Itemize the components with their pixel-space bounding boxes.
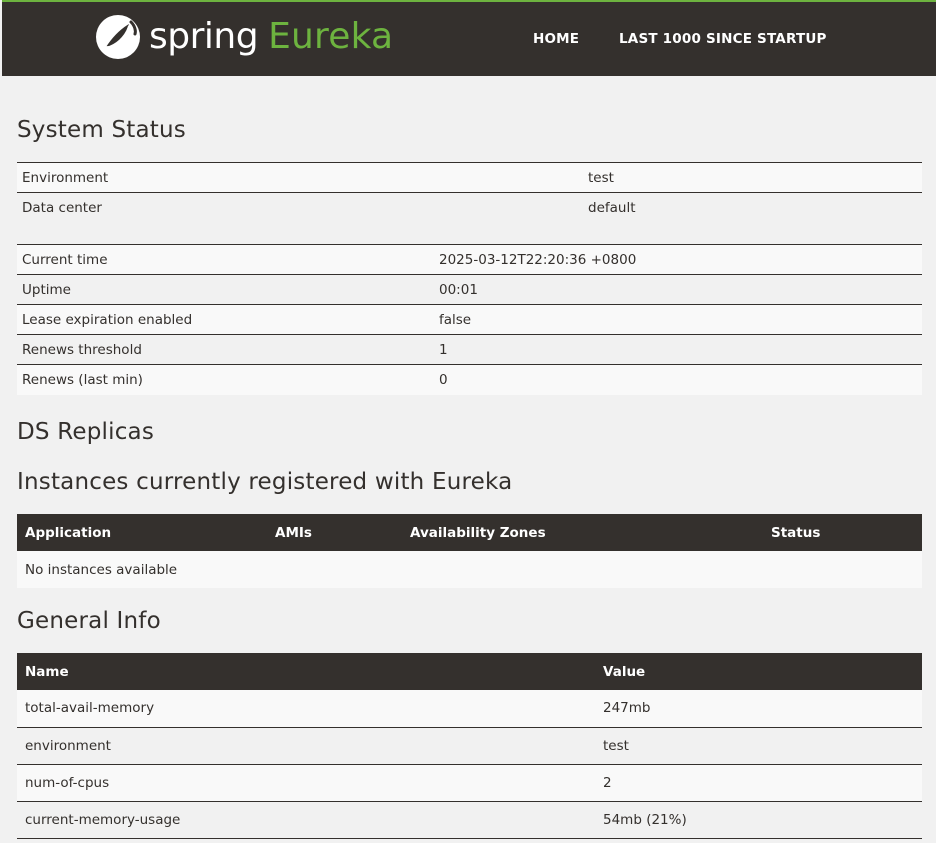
table-row: Uptime 00:01 <box>17 274 922 305</box>
brand-spring-text: spring <box>149 16 259 57</box>
table-header-row: Application AMIs Availability Zones Stat… <box>17 514 922 551</box>
uptime-label: Uptime <box>17 274 434 305</box>
datacenter-value-cell: default <box>583 192 922 223</box>
ds-replicas-heading: DS Replicas <box>17 419 155 445</box>
brand-eureka-text: Eureka <box>268 16 394 57</box>
column-status: Status <box>763 514 922 551</box>
datacenter-label-cell: Data center <box>17 192 583 223</box>
info-value-cell: 247mb <box>595 690 922 728</box>
table-header-row: Name Value <box>17 653 922 690</box>
general-info-heading: General Info <box>17 608 161 634</box>
nav-last-1000-link[interactable]: LAST 1000 SINCE STARTUP <box>619 31 827 47</box>
no-instances-message: No instances available <box>17 551 922 588</box>
info-name-cell: num-of-cpus <box>17 764 595 802</box>
info-value-cell: test <box>595 727 922 765</box>
top-navbar: spring Eureka HOME LAST 1000 SINCE START… <box>2 0 936 76</box>
lease-expiration-label: Lease expiration enabled <box>17 304 434 335</box>
info-value-cell: 54mb (21%) <box>595 801 922 839</box>
current-time-value: 2025-03-12T22:20:36 +0800 <box>434 244 922 275</box>
table-row: Environment test <box>17 162 922 193</box>
system-status-heading: System Status <box>17 117 186 143</box>
column-value: Value <box>595 653 922 690</box>
column-application: Application <box>17 514 267 551</box>
table-row: Lease expiration enabled false <box>17 304 922 335</box>
nav-home-link[interactable]: HOME <box>533 31 579 47</box>
info-value-cell: 2 <box>595 764 922 802</box>
current-time-label: Current time <box>17 244 434 275</box>
table-row: environment test <box>17 727 922 765</box>
table-row: num-of-cpus 2 <box>17 764 922 802</box>
general-info-table: Name Value total-avail-memory 247mb envi… <box>17 653 922 839</box>
renews-last-min-value: 0 <box>434 364 922 395</box>
table-row: No instances available <box>17 551 922 588</box>
instances-heading: Instances currently registered with Eure… <box>17 469 513 495</box>
environment-table: Environment test Data center default <box>17 162 922 223</box>
uptime-value: 00:01 <box>434 274 922 305</box>
table-row: current-memory-usage 54mb (21%) <box>17 801 922 839</box>
env-value-cell: test <box>583 162 922 193</box>
info-name-cell: total-avail-memory <box>17 690 595 728</box>
table-row: Renews threshold 1 <box>17 334 922 365</box>
renews-threshold-label: Renews threshold <box>17 334 434 365</box>
column-availability-zones: Availability Zones <box>402 514 763 551</box>
column-name: Name <box>17 653 595 690</box>
table-row: Data center default <box>17 192 922 223</box>
instances-table: Application AMIs Availability Zones Stat… <box>17 514 922 588</box>
column-amis: AMIs <box>267 514 402 551</box>
info-name-cell: environment <box>17 727 595 765</box>
renews-last-min-label: Renews (last min) <box>17 364 434 395</box>
table-row: Current time 2025-03-12T22:20:36 +0800 <box>17 244 922 275</box>
status-table: Current time 2025-03-12T22:20:36 +0800 U… <box>17 244 922 395</box>
table-row: total-avail-memory 247mb <box>17 690 922 728</box>
lease-expiration-value: false <box>434 304 922 335</box>
info-name-cell: current-memory-usage <box>17 801 595 839</box>
spring-leaf-icon <box>96 15 140 59</box>
renews-threshold-value: 1 <box>434 334 922 365</box>
env-label-cell: Environment <box>17 162 583 193</box>
spring-eureka-logo[interactable]: spring Eureka <box>95 13 393 61</box>
table-row: Renews (last min) 0 <box>17 364 922 395</box>
